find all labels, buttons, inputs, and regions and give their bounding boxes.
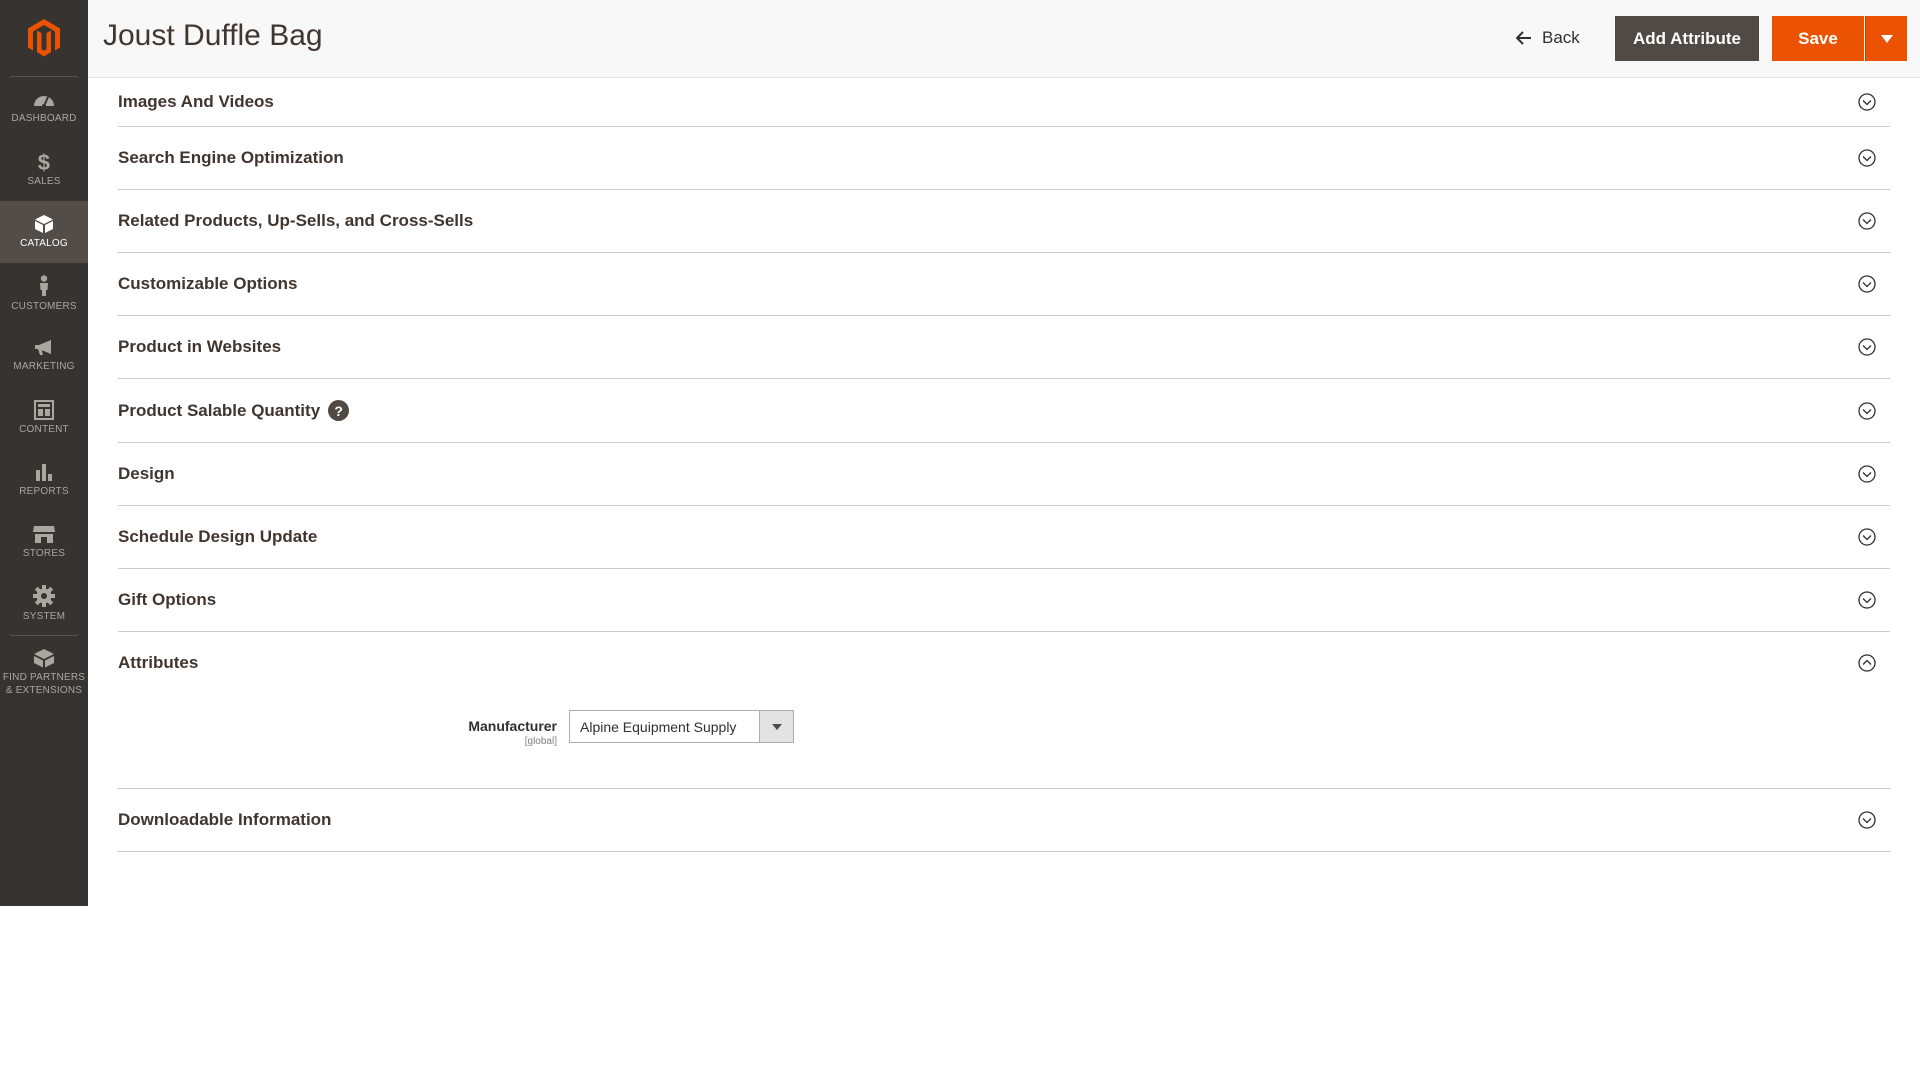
sidebar-item-label: FIND PARTNERS: [2, 671, 86, 683]
product-form-sections: Images And Videos Search Engine Optimiza…: [118, 77, 1890, 852]
manufacturer-scope: [global]: [524, 736, 557, 747]
chevron-down-icon: [1858, 275, 1876, 293]
section-header[interactable]: Product in Websites: [118, 316, 1890, 378]
section-header[interactable]: Product Salable Quantity ?: [118, 379, 1890, 442]
section-title: Search Engine Optimization: [118, 148, 344, 167]
megaphone-icon: [35, 340, 51, 355]
manufacturer-field-label: Manufacturer [global]: [468, 718, 557, 747]
back-button[interactable]: Back: [1516, 22, 1580, 54]
sidebar-item-system[interactable]: SYSTEM: [0, 573, 88, 635]
caret-down-icon: [1880, 34, 1893, 43]
section-header[interactable]: Schedule Design Update: [118, 506, 1890, 568]
help-icon[interactable]: ?: [328, 400, 350, 421]
section-header[interactable]: Customizable Options: [118, 253, 1890, 315]
save-button[interactable]: Save: [1772, 16, 1864, 61]
sidebar-item-label: SALES: [27, 176, 61, 187]
section-downloadable-information: Downloadable Information: [118, 789, 1890, 852]
section-attributes: Attributes Manufacturer [global] Alpine …: [118, 632, 1890, 789]
section-title: Schedule Design Update: [118, 527, 318, 546]
section-gift-options: Gift Options: [118, 569, 1890, 632]
chevron-down-icon: [1858, 149, 1876, 167]
section-header[interactable]: Design: [118, 443, 1890, 505]
magento-logo[interactable]: [10, 0, 78, 77]
cube-icon: [34, 648, 54, 667]
section-header[interactable]: Search Engine Optimization: [118, 127, 1890, 189]
chevron-down-icon: [1858, 338, 1876, 356]
sidebar-item-label: STORES: [22, 548, 66, 559]
section-header[interactable]: Images And Videos: [118, 77, 1890, 126]
section-header[interactable]: Related Products, Up-Sells, and Cross-Se…: [118, 190, 1890, 252]
sidebar-item-label: MARKETING: [13, 361, 75, 372]
sidebar-item-label: & EXTENSIONS: [5, 684, 83, 696]
sidebar-item-label: DASHBOARD: [11, 113, 77, 124]
caret-down-icon: [771, 723, 782, 730]
section-schedule-design-update: Schedule Design Update: [118, 506, 1890, 569]
page-header: Joust Duffle Bag Back Add Attribute Save: [88, 0, 1920, 78]
box-icon: [35, 215, 53, 233]
sidebar-item-label: REPORTS: [19, 486, 69, 497]
sidebar-item-sales[interactable]: $ SALES: [0, 139, 88, 201]
section-title: Images And Videos: [118, 91, 274, 111]
manufacturer-label: Manufacturer: [468, 718, 557, 734]
select-arrow[interactable]: [759, 711, 793, 742]
section-title: Attributes: [118, 653, 199, 672]
section-title: Gift Options: [118, 590, 217, 609]
sidebar-item-label: CONTENT: [19, 424, 69, 435]
section-design: Design: [118, 443, 1890, 506]
section-product-in-websites: Product in Websites: [118, 316, 1890, 379]
section-title: Product Salable Quantity: [118, 400, 321, 420]
sidebar-item-label: CUSTOMERS: [11, 301, 77, 312]
chevron-down-icon: [1858, 811, 1876, 829]
chevron-down-icon: [1858, 465, 1876, 483]
gear-icon: [33, 585, 55, 607]
sidebar-item-label: CATALOG: [20, 238, 68, 249]
section-header[interactable]: Downloadable Information: [118, 789, 1890, 851]
chevron-down-icon: [1858, 401, 1876, 420]
sidebar-item-stores[interactable]: STORES: [0, 511, 88, 573]
bar-chart-icon: [36, 464, 52, 481]
sidebar-item-dashboard[interactable]: DASHBOARD: [0, 77, 88, 139]
arrow-left-icon: [1516, 31, 1531, 45]
sidebar-item-find-partners[interactable]: FIND PARTNERS & EXTENSIONS: [0, 636, 88, 708]
page-title: Joust Duffle Bag: [103, 19, 323, 52]
sidebar-item-catalog[interactable]: CATALOG: [0, 201, 88, 263]
attributes-body: Manufacturer [global] Alpine Equipment S…: [118, 694, 1890, 788]
magento-logo-icon: [28, 19, 60, 57]
chevron-down-icon: [1858, 528, 1876, 546]
sidebar-item-label: SYSTEM: [22, 611, 66, 622]
dollar-icon: $: [38, 152, 50, 172]
storefront-icon: [33, 526, 55, 543]
sidebar-item-customers[interactable]: CUSTOMERS: [0, 263, 88, 325]
section-title: Downloadable Information: [118, 810, 332, 829]
section-title-wrap: Product Salable Quantity ?: [118, 400, 350, 421]
svg-text:$: $: [38, 152, 50, 172]
save-options-toggle[interactable]: [1865, 16, 1907, 61]
admin-sidebar: DASHBOARD $ SALES CATALOG CUSTOMERS MARK…: [0, 0, 88, 906]
sidebar-item-content[interactable]: CONTENT: [0, 387, 88, 449]
chevron-down-icon: [1858, 591, 1876, 609]
section-title: Product in Websites: [118, 337, 282, 356]
section-product-salable-quantity: Product Salable Quantity ?: [118, 379, 1890, 443]
back-button-label: Back: [1542, 28, 1580, 47]
sidebar-item-reports[interactable]: REPORTS: [0, 449, 88, 511]
manufacturer-select[interactable]: Alpine Equipment Supply: [569, 710, 794, 743]
section-images-and-videos: Images And Videos: [118, 77, 1890, 127]
chevron-down-icon: [1858, 212, 1876, 230]
section-customizable-options: Customizable Options: [118, 253, 1890, 316]
section-title: Design: [118, 464, 175, 483]
section-search-engine-optimization: Search Engine Optimization: [118, 127, 1890, 190]
person-icon: [40, 275, 48, 296]
layout-icon: [34, 400, 54, 420]
dashboard-icon: [34, 96, 54, 108]
section-header[interactable]: Attributes: [118, 632, 1890, 694]
section-title: Related Products, Up-Sells, and Cross-Se…: [118, 211, 474, 230]
sidebar-item-marketing[interactable]: MARKETING: [0, 325, 88, 387]
chevron-up-icon: [1858, 654, 1876, 672]
section-related-products: Related Products, Up-Sells, and Cross-Se…: [118, 190, 1890, 253]
add-attribute-button[interactable]: Add Attribute: [1615, 16, 1759, 61]
manufacturer-select-value: Alpine Equipment Supply: [580, 718, 737, 735]
section-header[interactable]: Gift Options: [118, 569, 1890, 631]
section-title: Customizable Options: [118, 274, 298, 293]
chevron-down-icon: [1858, 92, 1876, 111]
